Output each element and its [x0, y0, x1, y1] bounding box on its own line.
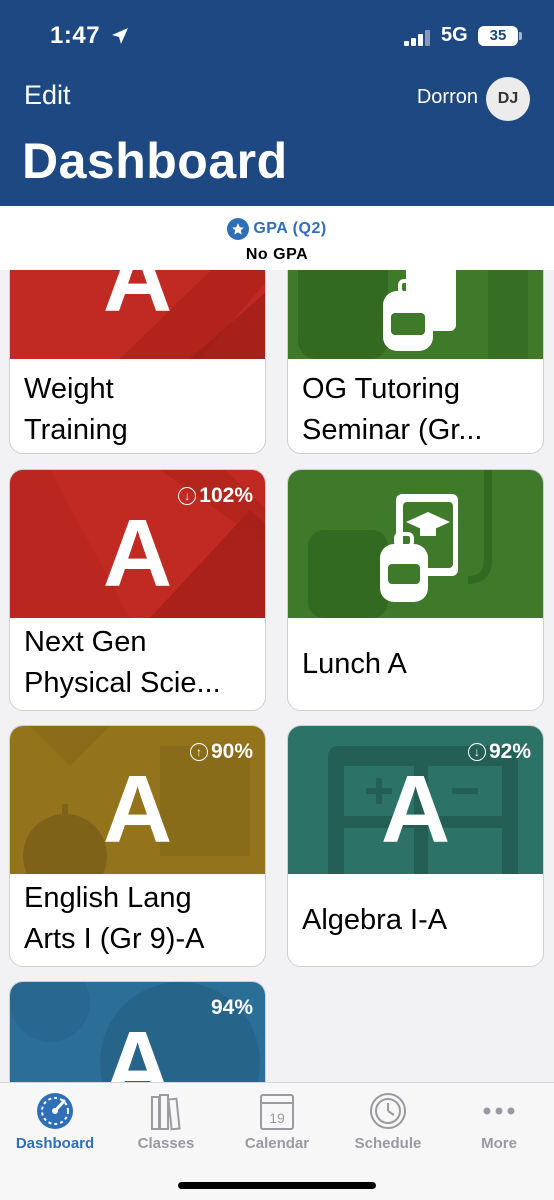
speedometer-icon: [37, 1093, 73, 1129]
card-banner: 94% A: [10, 982, 265, 1082]
edit-button[interactable]: Edit: [24, 80, 71, 111]
trend-down-icon: ↓: [178, 487, 197, 505]
card-banner: A: [10, 270, 265, 359]
class-card-partial[interactable]: 94% A: [9, 981, 266, 1082]
tab-calendar[interactable]: 19 Calendar: [222, 1089, 332, 1152]
grade-letter: A: [102, 270, 173, 332]
gpa-value: No GPA: [245, 246, 309, 263]
grade-percent: ↑ 90%: [189, 740, 253, 764]
status-bar: 1:47 5G 35: [0, 0, 554, 70]
grade-letter: A: [380, 756, 451, 863]
star-icon: [227, 218, 250, 240]
grade-percent: ↓ 102%: [178, 484, 253, 508]
books-icon: [151, 1094, 181, 1131]
card-banner: [288, 270, 543, 359]
tab-label: Dashboard: [15, 1135, 95, 1152]
tab-classes[interactable]: Classes: [111, 1089, 221, 1152]
gpa-bar[interactable]: GPA (Q2) No GPA: [0, 206, 554, 270]
card-title: Lunch A: [302, 648, 407, 680]
class-card-lunch-a[interactable]: Lunch A: [287, 469, 544, 711]
grade-percent: ↓ 92%: [467, 740, 531, 764]
trend-down-icon: ↓: [467, 743, 486, 761]
signal-icon: [404, 30, 434, 46]
gpa-label: GPA (Q2): [253, 220, 327, 237]
card-title: English Lang Arts I (Gr 9)-A: [24, 882, 205, 955]
network-type: 5G: [441, 24, 468, 46]
clock-icon: [370, 1093, 406, 1129]
gpa-label-row: GPA (Q2): [0, 218, 554, 240]
user-name[interactable]: Dorron: [417, 86, 478, 109]
header: 1:47 5G 35 Edit Dorron DJ Dashboard: [0, 0, 554, 206]
class-card-english-lang-arts[interactable]: ↑ 90% A English Lang Arts I (Gr 9)-A: [9, 725, 266, 967]
backpack-book-icon: [298, 270, 528, 359]
status-time: 1:47: [50, 22, 101, 49]
card-title: OG Tutoring Seminar (Gr...: [302, 373, 483, 446]
tab-label: Calendar: [244, 1135, 310, 1152]
card-title: Next Gen Physical Scie...: [24, 626, 221, 699]
card-banner: ↓ 92% A: [288, 726, 543, 874]
tab-label: Classes: [137, 1135, 195, 1152]
location-arrow-icon: [112, 28, 128, 44]
home-indicator: [178, 1182, 376, 1189]
backpack-book-icon: [308, 470, 492, 618]
class-grid[interactable]: A Weight Training OG Tutoring Seminar (G…: [0, 270, 554, 1082]
class-card-og-tutoring[interactable]: OG Tutoring Seminar (Gr...: [287, 270, 544, 454]
calendar-icon: 19: [260, 1094, 294, 1130]
tab-more[interactable]: More: [444, 1089, 554, 1152]
class-card-algebra-i-a[interactable]: ↓ 92% A Algebra I-A: [287, 725, 544, 967]
tab-label: Schedule: [354, 1135, 422, 1152]
grade-letter: A: [102, 756, 173, 863]
trend-up-icon: ↑: [189, 743, 208, 761]
avatar[interactable]: DJ: [486, 77, 530, 121]
tab-schedule[interactable]: Schedule: [333, 1089, 443, 1152]
battery-icon: 35: [478, 26, 518, 46]
grade-letter: A: [102, 1012, 173, 1083]
card-title: Algebra I-A: [302, 904, 448, 936]
more-icon: [483, 1107, 515, 1115]
card-banner: ↓ 102% A: [10, 470, 265, 618]
class-card-weight-training[interactable]: A Weight Training: [9, 270, 266, 454]
calendar-date: 19: [269, 1110, 285, 1126]
grade-percent: 94%: [210, 996, 253, 1019]
battery-nub: [519, 32, 522, 40]
tab-dashboard[interactable]: Dashboard: [0, 1089, 110, 1152]
card-banner: ↑ 90% A: [10, 726, 265, 874]
grade-letter: A: [102, 500, 173, 607]
card-banner: [288, 470, 543, 618]
tab-label: More: [481, 1135, 517, 1152]
page-title: Dashboard: [22, 133, 288, 189]
class-card-next-gen-physical-science[interactable]: ↓ 102% A Next Gen Physical Scie...: [9, 469, 266, 711]
card-title: Weight Training: [24, 373, 128, 446]
